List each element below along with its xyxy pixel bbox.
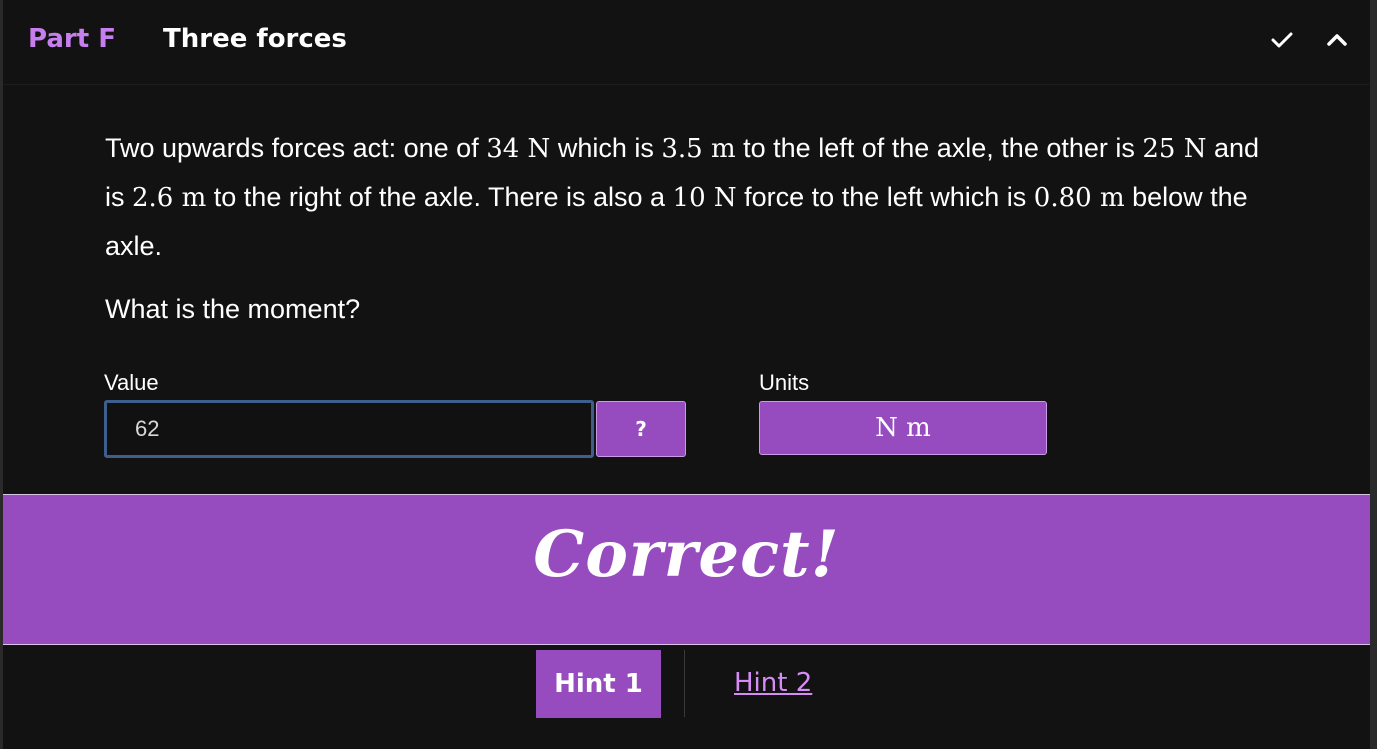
math-expression: 2.6 m — [132, 183, 207, 213]
chevron-up-icon[interactable] — [1323, 26, 1351, 54]
hint-divider — [684, 650, 685, 717]
units-select[interactable]: N m — [759, 401, 1047, 455]
part-header[interactable]: Part F Three forces — [3, 0, 1370, 85]
feedback-text: Correct! — [533, 517, 840, 592]
math-expression: 25 N — [1142, 134, 1207, 164]
part-title: Three forces — [163, 24, 347, 54]
question-text-segment: force to the left which is — [736, 182, 1034, 212]
math-expression: 3.5 m — [661, 134, 736, 164]
part-label: Part F — [28, 24, 116, 54]
check-icon — [1268, 26, 1296, 54]
question-text: Two upwards forces act: one of 34 N whic… — [105, 124, 1285, 270]
math-expression: 10 N — [672, 183, 737, 213]
value-label: Value — [104, 370, 159, 395]
value-input[interactable] — [104, 400, 594, 458]
feedback-banner: Correct! — [3, 494, 1370, 645]
math-expression: 0.80 m — [1033, 183, 1125, 213]
question-text-segment: to the left of the axle, the other is — [735, 133, 1143, 163]
question-text-segment: Two upwards forces act: one of — [105, 133, 487, 163]
math-expression: 34 N — [486, 134, 551, 164]
question-text-segment: to the right of the axle. There is also … — [206, 182, 673, 212]
question-panel: Part F Three forces Two upwards forces a… — [3, 0, 1370, 749]
units-label: Units — [759, 370, 810, 395]
hint-1-tab[interactable]: Hint 1 — [536, 650, 661, 718]
question-text-segment: which is — [550, 133, 662, 163]
hint-2-link[interactable]: Hint 2 — [734, 668, 812, 698]
help-button[interactable]: ? — [596, 401, 686, 457]
question-prompt: What is the moment? — [105, 294, 361, 324]
